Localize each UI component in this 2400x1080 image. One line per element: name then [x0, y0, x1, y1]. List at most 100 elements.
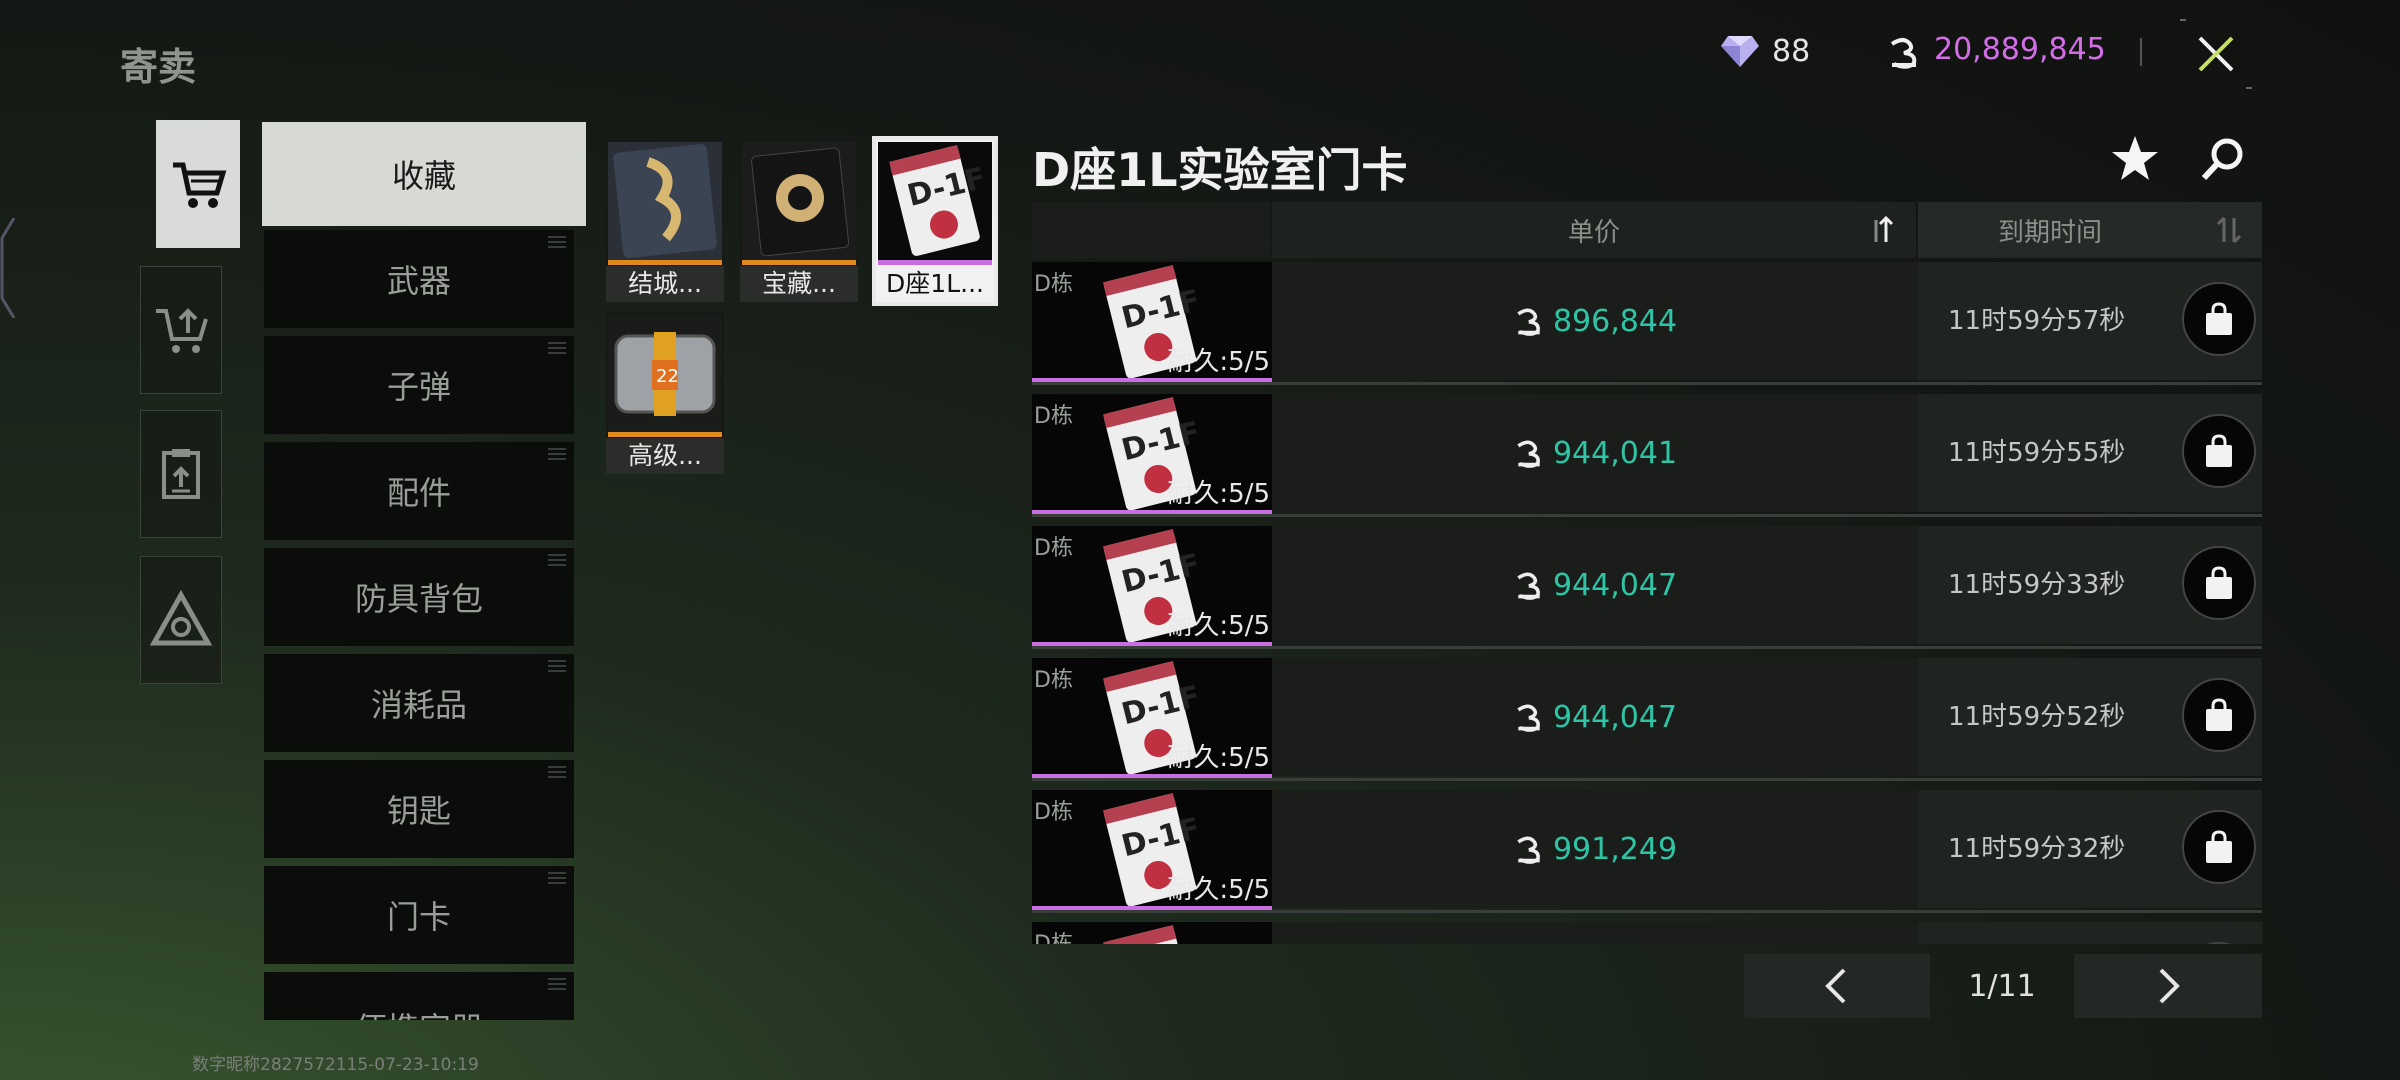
keycard-image: D-1F: [1103, 925, 1204, 944]
favorite-item[interactable]: 结城...: [606, 140, 724, 302]
grip: [548, 342, 566, 354]
category-label: 消耗品: [370, 686, 467, 724]
favorite-item[interactable]: 宝藏...: [740, 140, 858, 302]
currency-icon: [1517, 704, 1540, 732]
search-icon[interactable]: [2200, 136, 2246, 182]
expire-time: 11时59分32秒: [1948, 834, 2126, 864]
listing-row: D-1F D栋 耐久:5/5 896,844 11时59分57秒: [1032, 262, 2262, 390]
item-title: D座1L实验室门卡: [1032, 143, 1408, 197]
expire-time: 11时59分33秒: [1948, 570, 2126, 600]
category-label: 子弹: [386, 368, 451, 406]
edge-handle[interactable]: [0, 218, 16, 318]
cart-icon: [173, 162, 227, 208]
category-containers[interactable]: 便携容器: [264, 972, 574, 1020]
building-label: D栋: [1034, 800, 1073, 825]
listing-thumbnail: D-1F D栋 耐久:5/5: [1032, 790, 1272, 908]
tab-listings[interactable]: [140, 410, 222, 538]
diamond-icon: [1721, 36, 1759, 67]
category-consumables[interactable]: 消耗品: [264, 654, 574, 752]
category-label: 便携容器: [355, 1004, 483, 1020]
sort-icon[interactable]: [2216, 214, 2244, 246]
shopping-bag-icon: [2206, 830, 2232, 863]
category-label: 武器: [386, 262, 451, 300]
currency-icon: [1517, 836, 1540, 864]
item-label: 结城...: [606, 266, 724, 302]
expire-cell: 11时59分55秒: [1918, 394, 2262, 512]
next-page-button[interactable]: [2074, 954, 2262, 1018]
buy-button[interactable]: [2182, 678, 2256, 752]
watermark: 数字昵称2827572115-07-23-10:19: [192, 1055, 479, 1075]
column-expire-header[interactable]: 到期时间: [1918, 202, 2262, 258]
durability-label: 耐久:5/5: [1167, 611, 1270, 641]
item-label: D座1L...: [876, 266, 994, 302]
category-armor[interactable]: 防具背包: [264, 548, 574, 646]
expire-time: 11时59分52秒: [1948, 702, 2126, 732]
durability-label: 耐久:5/5: [1167, 743, 1270, 773]
favorite-item-selected[interactable]: D-1F D座1L...: [872, 136, 998, 306]
buy-button[interactable]: [2182, 810, 2256, 884]
sort-icon[interactable]: [1868, 214, 1896, 246]
price-cell: 896,844: [1272, 262, 1918, 380]
row-divider: [1032, 910, 2262, 913]
page-indicator: 1/11: [1968, 968, 2036, 1004]
gem-count: 88: [1772, 34, 1811, 69]
grip: [548, 660, 566, 672]
expire-time: 11时59分55秒: [1948, 438, 2126, 468]
chevron-left-icon: [1825, 968, 1846, 1004]
expire-cell: [1918, 922, 2262, 944]
category-list[interactable]: 武器 子弹 配件 防具背包 消耗品 钥匙 门卡 便携容器: [260, 120, 590, 1020]
header-blank: [1032, 202, 1270, 258]
listing-thumbnail: D-1F D栋 耐久:5/5: [1032, 262, 1272, 380]
category-label: 配件: [386, 474, 451, 512]
grip: [548, 872, 566, 884]
price-value: 944,047: [1552, 699, 1678, 735]
grip: [548, 978, 566, 990]
shopping-bag-icon: [2206, 434, 2232, 467]
buy-button[interactable]: [2182, 942, 2256, 944]
building-label: D栋: [1034, 536, 1073, 561]
clipboard-upload-icon: [162, 449, 200, 499]
divider: [2140, 38, 2142, 66]
prev-page-button[interactable]: [1744, 954, 1930, 1018]
tab-buy[interactable]: [156, 120, 240, 248]
durability-label: 耐久:5/5: [1167, 479, 1270, 509]
tab-sell[interactable]: [140, 266, 222, 394]
item-image: [742, 142, 856, 260]
category-keys[interactable]: 钥匙: [264, 760, 574, 858]
listing-row: D-1F D栋 耐久:5/5 991,249 11时59分32秒: [1032, 790, 2262, 918]
close-icon: [2180, 19, 2252, 89]
row-divider: [1032, 778, 2262, 781]
listing-thumbnail: D-1F D栋 耐久:5/5: [1032, 658, 1272, 776]
buy-button[interactable]: [2182, 546, 2256, 620]
listing-row: D-1F D栋 耐久:5/5 944,047 11时59分33秒: [1032, 526, 2262, 654]
item-label: 宝藏...: [740, 266, 858, 302]
row-divider: [1032, 382, 2262, 385]
rarity-bar: [608, 432, 722, 437]
listing-list[interactable]: D-1F D栋 耐久:5/5 896,844 11时59分57秒 D-1F D栋…: [1032, 262, 2262, 944]
expire-cell: 11时59分52秒: [1918, 658, 2262, 776]
listing-table-header: 单价 到期时间: [1032, 202, 2262, 258]
star-icon[interactable]: [2110, 134, 2160, 184]
category-attachments[interactable]: 配件: [264, 442, 574, 540]
category-label: 防具背包: [354, 580, 483, 618]
currency-icon: [1517, 572, 1540, 600]
price-value: 944,041: [1552, 435, 1678, 471]
category-keycards[interactable]: 门卡: [264, 866, 574, 964]
category-ammo[interactable]: 子弹: [264, 336, 574, 434]
building-label: D栋: [1034, 404, 1073, 429]
favorite-item[interactable]: 22 高级...: [606, 312, 724, 474]
tab-records[interactable]: [140, 556, 222, 684]
buy-button[interactable]: [2182, 282, 2256, 356]
durability-label: 耐久:5/5: [1167, 347, 1270, 377]
durability-label: 耐久:5/5: [1167, 875, 1270, 905]
expire-time: 11时59分57秒: [1948, 306, 2126, 336]
price-value: 991,249: [1552, 831, 1678, 867]
column-price-header[interactable]: 单价: [1272, 202, 1916, 258]
category-weapons[interactable]: 武器: [264, 230, 574, 328]
buy-button[interactable]: [2182, 414, 2256, 488]
close-button[interactable]: [2178, 16, 2254, 92]
item-image: 22: [608, 314, 722, 432]
currency-icon: [1890, 38, 1917, 69]
listing-row: D-1F D栋 耐久:5/5 944,041 11时59分55秒: [1032, 394, 2262, 522]
listing-thumbnail: D-1F D栋 耐久:5/5: [1032, 394, 1272, 512]
